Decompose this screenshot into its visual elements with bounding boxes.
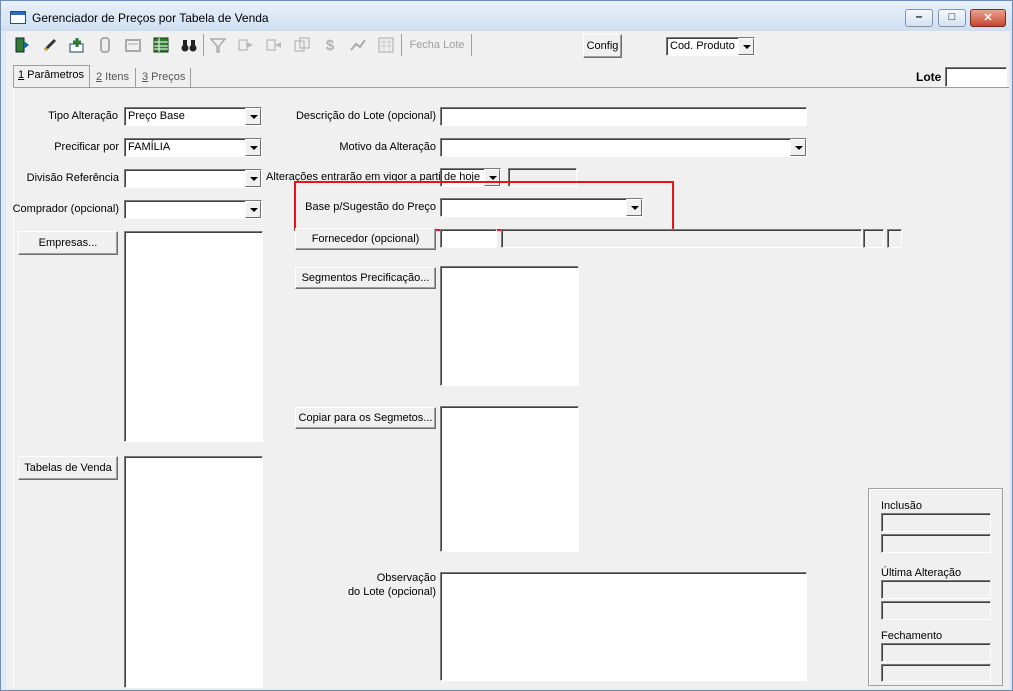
observacao-label: Observação [376, 572, 436, 584]
copy-icon[interactable] [291, 34, 313, 56]
map-out-icon[interactable] [263, 34, 285, 56]
toolbar-separator [203, 34, 204, 56]
observacao-label-line2: do Lote (opcional) [347, 586, 436, 598]
spreadsheet-icon[interactable] [150, 34, 172, 56]
tipo-alteracao-select[interactable]: Preço Base [124, 107, 262, 126]
tab-parametros[interactable]: 1 Parâmetros [13, 65, 90, 88]
fechamento-date-field [881, 664, 991, 682]
tabelas-de-venda-list[interactable] [124, 456, 263, 688]
lote-input[interactable] [945, 67, 1007, 87]
segmentos-precificacao-button[interactable]: Segmentos Precificação... [295, 267, 436, 289]
chevron-down-icon[interactable] [245, 201, 261, 218]
attach-icon[interactable] [94, 34, 116, 56]
inclusao-user-field [881, 513, 991, 532]
map-in-icon[interactable] [235, 34, 257, 56]
tipo-alteracao-label: Tipo Alteração [48, 110, 118, 122]
price-icon[interactable]: $ [319, 34, 341, 56]
divisao-referencia-label: Divisão Referência [26, 172, 119, 184]
window-title: Gerenciador de Preços por Tabela de Vend… [32, 11, 269, 25]
toolbar-separator [401, 34, 402, 56]
tab-label: Itens [102, 71, 130, 83]
grid-icon[interactable] [375, 34, 397, 56]
maximize-button[interactable]: □ [938, 9, 966, 27]
close-icon: ✕ [983, 12, 993, 24]
chevron-down-icon[interactable] [245, 108, 261, 125]
inclusao-date-field [881, 534, 991, 553]
close-batch-button[interactable]: Fecha Lote [404, 34, 470, 56]
fornecedor-extra-field [887, 229, 902, 248]
app-window-icon [10, 11, 26, 24]
precificar-por-select[interactable]: FAMÍLIA [124, 138, 262, 157]
comprador-select[interactable] [124, 200, 262, 219]
inclusao-label: Inclusão [881, 500, 922, 512]
segmentos-list[interactable] [440, 266, 579, 386]
precificar-por-value: FAMÍLIA [128, 141, 171, 153]
minimize-button[interactable]: ‒ [905, 9, 933, 27]
tab-label: Preços [148, 71, 186, 83]
chart-trend-icon[interactable] [347, 34, 369, 56]
exit-icon[interactable] [11, 34, 33, 56]
filter-icon[interactable] [207, 34, 229, 56]
copiar-segmentos-list[interactable] [440, 406, 579, 552]
empresas-list[interactable] [124, 231, 263, 442]
copiar-segmentos-button[interactable]: Copiar para os Segmetos... [295, 407, 436, 429]
tab-precos[interactable]: 3 Preços [138, 68, 191, 87]
edit-icon[interactable] [39, 34, 61, 56]
empresas-button[interactable]: Empresas... [18, 231, 118, 255]
fornecedor-button[interactable]: Fornecedor (opcional) [295, 228, 436, 250]
fornecedor-code-input[interactable] [440, 229, 497, 248]
chevron-down-icon[interactable] [790, 139, 806, 156]
sort-order-value: Cod. Produto [670, 40, 735, 52]
client-area: $ Fecha Lote Config Cod. Produto 1 Parâm… [6, 31, 1009, 689]
new-record-icon[interactable] [66, 34, 88, 56]
descricao-lote-input[interactable] [440, 107, 807, 126]
lote-label: Lote [916, 70, 942, 84]
sort-order-select[interactable]: Cod. Produto [666, 37, 755, 56]
motivo-alteracao-select[interactable] [440, 138, 807, 157]
fornecedor-extra-field [863, 229, 884, 248]
fornecedor-name-field [501, 229, 862, 248]
comprador-label: Comprador (opcional) [12, 203, 119, 215]
observacao-textarea[interactable] [440, 572, 807, 681]
tab-label: Parâmetros [24, 69, 85, 81]
motivo-alteracao-label: Motivo da Alteração [339, 141, 436, 153]
fechamento-user-field [881, 643, 991, 662]
ultima-alteracao-user-field [881, 580, 991, 599]
highlight-box [294, 181, 674, 231]
chevron-down-icon[interactable] [245, 139, 261, 156]
config-button[interactable]: Config [583, 34, 622, 58]
tab-itens[interactable]: 2 Itens [92, 68, 136, 87]
title-bar[interactable]: Gerenciador de Preços por Tabela de Vend… [1, 1, 1012, 31]
maximize-icon: □ [948, 11, 956, 23]
divisao-referencia-select[interactable] [124, 169, 262, 188]
save-icon[interactable] [122, 34, 144, 56]
toolbar-separator [471, 34, 472, 56]
fechamento-label: Fechamento [881, 630, 943, 642]
chevron-down-icon[interactable] [738, 38, 754, 55]
chevron-down-icon[interactable] [245, 170, 261, 187]
application-window: Gerenciador de Preços por Tabela de Vend… [0, 0, 1013, 691]
tabelas-de-venda-button[interactable]: Tabelas de Venda [18, 456, 118, 480]
close-button[interactable]: ✕ [970, 9, 1006, 27]
minimize-icon: ‒ [915, 11, 923, 23]
descricao-lote-label: Descrição do Lote (opcional) [295, 110, 436, 122]
tipo-alteracao-value: Preço Base [128, 110, 185, 122]
precificar-por-label: Precificar por [54, 141, 119, 153]
ultima-alteracao-label: Última Alteração [881, 567, 962, 579]
ultima-alteracao-date-field [881, 601, 991, 620]
binoculars-icon[interactable] [178, 34, 200, 56]
